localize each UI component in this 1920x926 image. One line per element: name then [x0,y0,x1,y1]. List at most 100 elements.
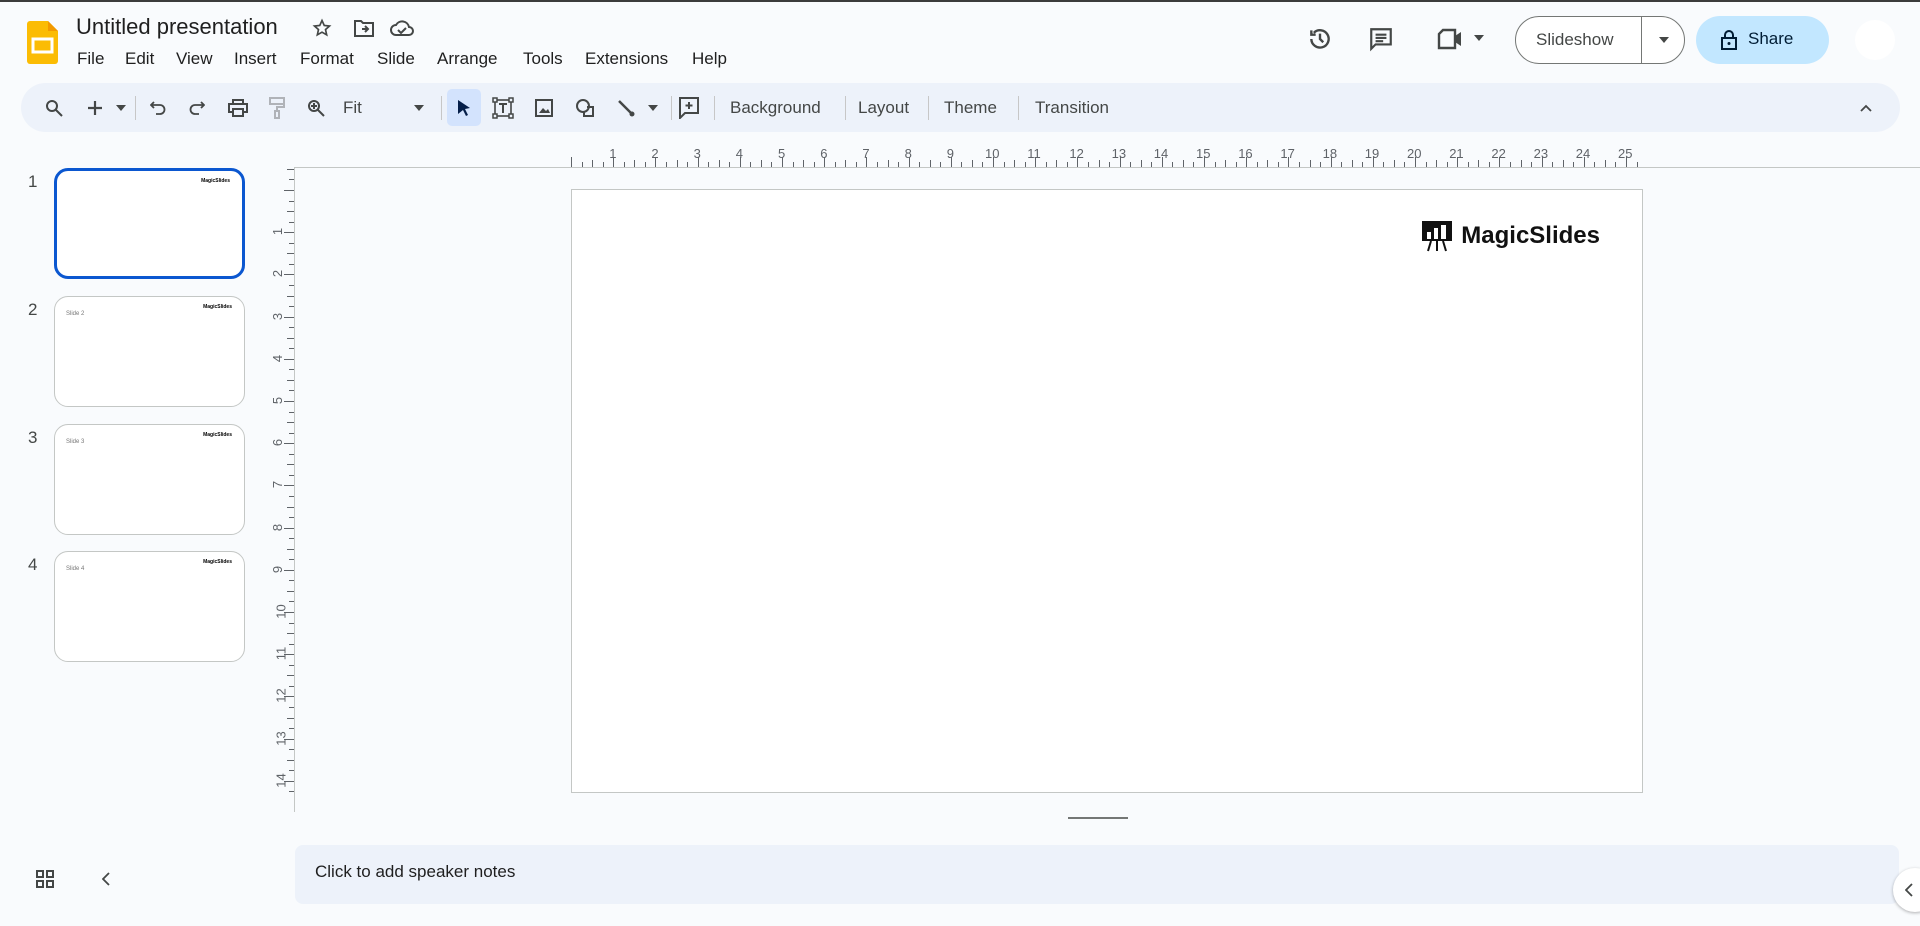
menu-format[interactable]: Format [300,49,354,69]
ruler-tick [284,358,294,360]
layout-button[interactable]: Layout [858,98,909,118]
slide-thumbnail-3[interactable]: Slide 3 MagicSlides [54,424,245,535]
ruler-label-vertical: 12 [273,688,289,704]
account-avatar[interactable] [1855,20,1895,60]
slide-thumbnail-1[interactable]: MagicSlides [54,168,245,279]
menu-tools[interactable]: Tools [523,49,563,69]
line-icon[interactable] [615,97,637,119]
ruler-tick [289,770,294,772]
ruler-tick [1383,162,1385,167]
grid-view-icon[interactable] [34,868,56,890]
ruler-tick [289,664,294,666]
ruler-label-horizontal: 15 [1196,146,1211,161]
ruler-label-horizontal: 4 [735,146,744,161]
search-menus-icon[interactable] [43,97,65,119]
ruler-label-horizontal: 19 [1364,146,1380,161]
zoom-select-value[interactable]: Fit [343,98,362,118]
ruler-tick [602,162,604,167]
ruler-tick [289,369,294,371]
ruler-tick [289,432,294,434]
slides-logo-icon[interactable] [27,21,58,64]
undo-icon[interactable] [148,98,168,118]
slide-number: 3 [28,428,38,447]
theme-button[interactable]: Theme [944,98,997,118]
speaker-notes[interactable]: Click to add speaker notes [295,845,1899,904]
transition-button[interactable]: Transition [1035,98,1109,118]
document-title[interactable]: Untitled presentation [76,14,278,40]
ruler-tick [803,160,805,167]
thumbnail-logo: MagicSlides [201,178,230,184]
ruler-label-horizontal: 11 [1027,146,1041,161]
ruler-label-horizontal: 9 [946,146,955,161]
ruler-tick [284,232,294,234]
menu-file[interactable]: File [77,49,104,69]
ruler-tick [287,422,294,424]
ruler-label-horizontal: 3 [693,146,701,161]
slide-thumbnail-4[interactable]: Slide 4 MagicSlides [54,551,245,662]
ruler-label-vertical: 11 [273,646,289,661]
move-folder-icon[interactable] [353,17,375,39]
shape-icon[interactable] [574,97,596,119]
redo-icon[interactable] [187,98,207,118]
zoom-caret-icon[interactable] [413,104,425,112]
meet-camera-icon[interactable] [1436,26,1466,52]
ruler-label-horizontal: 17 [1280,146,1295,161]
ruler-tick [1604,160,1606,167]
ruler-tick [284,569,294,571]
ruler-tick [289,284,294,286]
ruler-tick [1552,162,1554,167]
ruler-tick [1151,162,1153,167]
ruler-tick [1467,162,1469,167]
menu-view[interactable]: View [176,49,213,69]
slide-thumbnail-2[interactable]: Slide 2 MagicSlides [54,296,245,407]
ruler-tick [289,559,294,561]
zoom-icon[interactable] [305,97,327,119]
ruler-tick [287,759,294,761]
menu-edit[interactable]: Edit [125,49,154,69]
menu-help[interactable]: Help [692,49,727,69]
ruler-tick [1193,162,1195,167]
ruler-label-horizontal: 22 [1491,146,1506,161]
thumbnail-logo: MagicSlides [203,559,232,565]
ruler-tick [289,179,294,181]
ruler-tick [1298,162,1300,167]
menu-slide[interactable]: Slide [377,49,415,69]
menu-arrange[interactable]: Arrange [437,49,497,69]
notes-resize-handle[interactable] [1068,817,1128,819]
menu-extensions[interactable]: Extensions [585,49,668,69]
new-slide-plus-icon[interactable] [84,97,106,119]
ruler-tick [929,160,931,167]
background-button[interactable]: Background [730,98,821,118]
insert-image-icon[interactable] [533,97,555,119]
ruler-tick [289,643,294,645]
select-tool-icon[interactable] [447,89,481,126]
ruler-tick [1520,160,1522,167]
version-history-icon[interactable] [1306,25,1334,53]
ruler-tick [1066,162,1068,167]
menu-insert[interactable]: Insert [234,49,277,69]
paint-format-icon[interactable] [266,96,288,120]
slide-number: 4 [28,555,38,574]
new-slide-caret-icon[interactable] [115,104,127,112]
collapse-toolbar-chevron-up-icon[interactable] [1856,98,1876,118]
slideshow-button[interactable]: Slideshow [1515,16,1685,64]
ruler-tick [1436,160,1438,167]
star-icon[interactable] [311,17,333,39]
slide-canvas[interactable]: MagicSlides [571,189,1643,793]
ruler-tick [845,160,847,167]
ruler-label-horizontal: 24 [1575,146,1591,161]
ruler-tick [289,601,294,603]
share-button[interactable]: Share [1696,16,1829,64]
print-icon[interactable] [227,97,249,119]
collapse-filmstrip-chevron-icon[interactable] [96,869,116,889]
meet-caret-icon[interactable] [1472,33,1486,43]
ruler-tick [571,157,572,167]
add-comment-icon[interactable] [678,96,700,120]
ruler-tick [1362,162,1364,167]
slideshow-options-caret-icon[interactable] [1642,17,1685,63]
ruler-tick [1140,160,1142,167]
text-box-icon[interactable] [491,96,515,120]
comments-icon[interactable] [1367,25,1395,53]
cloud-saved-icon[interactable] [390,17,414,39]
line-caret-icon[interactable] [647,104,659,112]
